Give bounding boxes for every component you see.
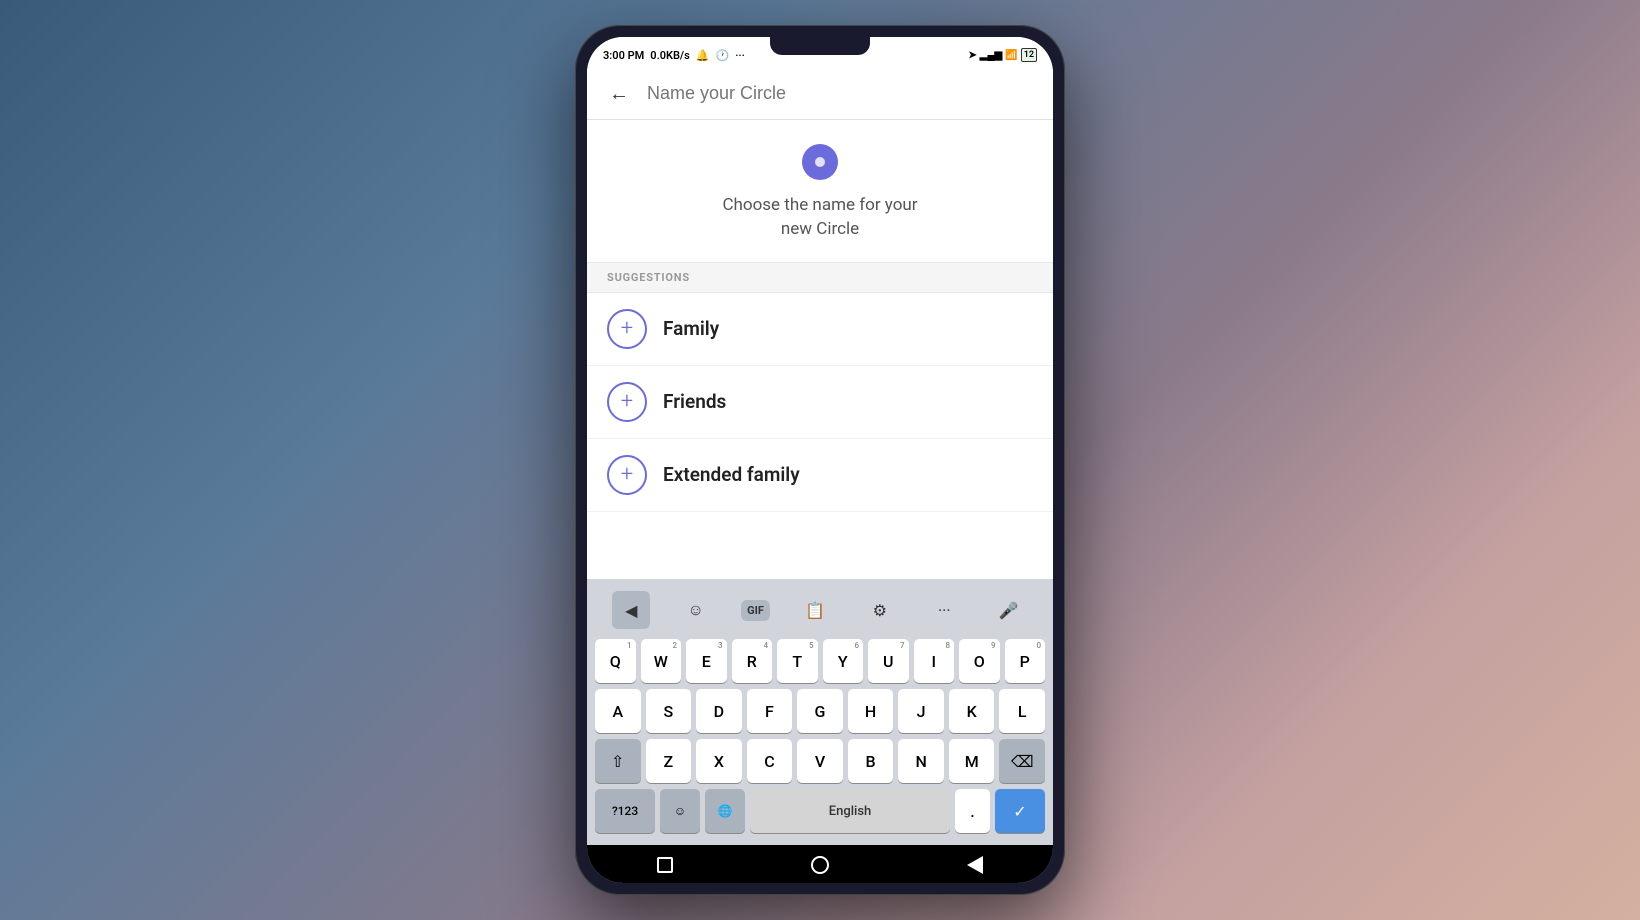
nav-recents-button[interactable] xyxy=(649,855,681,875)
key-Q[interactable]: 1Q xyxy=(595,639,636,683)
back-button[interactable]: ← xyxy=(603,77,635,109)
circle-icon-section: Choose the name for your new Circle xyxy=(587,120,1053,262)
status-data-speed: 0.0KB/s xyxy=(650,49,690,62)
status-time: 3:00 PM xyxy=(603,49,644,62)
keyboard-back-button[interactable]: ◀ xyxy=(612,591,650,629)
location-icon: ➤ xyxy=(968,50,976,61)
key-V[interactable]: V xyxy=(797,739,843,783)
status-dots: ··· xyxy=(735,49,745,62)
recents-icon xyxy=(657,857,673,873)
key-H[interactable]: H xyxy=(848,689,894,733)
choose-title: Choose the name for your new Circle xyxy=(722,194,917,242)
suggestion-item-friends[interactable]: + Friends xyxy=(587,366,1053,439)
key-L[interactable]: L xyxy=(999,689,1045,733)
main-content: Choose the name for your new Circle SUGG… xyxy=(587,120,1053,579)
key-J[interactable]: J xyxy=(898,689,944,733)
circle-icon xyxy=(802,144,838,180)
key-X[interactable]: X xyxy=(696,739,742,783)
suggestions-header: SUGGESTIONS xyxy=(587,262,1053,293)
keyboard: ◀ ☺ GIF 📋 ⚙ ··· 🎤 xyxy=(587,579,1053,845)
suggestions-section: SUGGESTIONS + Family + Friends + Extende… xyxy=(587,262,1053,512)
key-G[interactable]: G xyxy=(797,689,843,733)
key-I[interactable]: 8I xyxy=(914,639,955,683)
phone-frame: 3:00 PM 0.0KB/s 🔔 🕐 ··· ➤ ▂▄▆ 📶 12 ← xyxy=(575,25,1065,895)
add-extended-family-button[interactable]: + xyxy=(607,455,647,495)
key-F[interactable]: F xyxy=(747,689,793,733)
gif-button[interactable]: GIF xyxy=(741,600,770,621)
key-emoji[interactable]: ☺ xyxy=(660,789,700,833)
key-O[interactable]: 9O xyxy=(959,639,1000,683)
key-Y[interactable]: 6Y xyxy=(823,639,864,683)
keyboard-emoji-button[interactable]: ☺ xyxy=(677,591,715,629)
status-right: ➤ ▂▄▆ 📶 12 xyxy=(968,48,1037,62)
key-Z[interactable]: Z xyxy=(646,739,692,783)
keyboard-clipboard-button[interactable]: 📋 xyxy=(796,591,834,629)
notch xyxy=(770,37,870,55)
circle-name-input[interactable] xyxy=(647,83,1037,104)
key-period[interactable]: . xyxy=(955,789,990,833)
nav-back-button[interactable] xyxy=(959,855,991,875)
keyboard-more-button[interactable]: ··· xyxy=(925,591,963,629)
key-C[interactable]: C xyxy=(747,739,793,783)
key-row-3: ⇧ Z X C V B N M ⌫ xyxy=(595,739,1045,783)
key-num-toggle[interactable]: ?123 xyxy=(595,789,655,833)
back-arrow-icon: ← xyxy=(609,81,629,106)
keyboard-mic-button[interactable]: 🎤 xyxy=(990,591,1028,629)
key-row-2: A S D F G H J K L xyxy=(595,689,1045,733)
keyboard-toolbar: ◀ ☺ GIF 📋 ⚙ ··· 🎤 xyxy=(591,585,1049,635)
back-nav-icon xyxy=(967,856,983,874)
phone-screen: 3:00 PM 0.0KB/s 🔔 🕐 ··· ➤ ▂▄▆ 📶 12 ← xyxy=(587,37,1053,883)
nav-header: ← xyxy=(587,69,1053,120)
signal-icon: ▂▄▆ xyxy=(980,50,1002,61)
status-clock-icon: 🕐 xyxy=(715,49,729,62)
key-D[interactable]: D xyxy=(696,689,742,733)
key-shift[interactable]: ⇧ xyxy=(595,739,641,783)
nav-home-button[interactable] xyxy=(804,855,836,875)
family-label: Family xyxy=(663,317,719,340)
wifi-icon: 📶 xyxy=(1005,50,1017,61)
key-enter[interactable]: ✓ xyxy=(995,789,1045,833)
keyboard-settings-button[interactable]: ⚙ xyxy=(861,591,899,629)
key-W[interactable]: 2W xyxy=(641,639,682,683)
key-T[interactable]: 5T xyxy=(777,639,818,683)
key-K[interactable]: K xyxy=(949,689,995,733)
key-P[interactable]: 0P xyxy=(1005,639,1046,683)
suggestion-item-extended-family[interactable]: + Extended family xyxy=(587,439,1053,512)
extended-family-label: Extended family xyxy=(663,463,800,486)
add-friends-button[interactable]: + xyxy=(607,382,647,422)
key-E[interactable]: 3E xyxy=(686,639,727,683)
add-family-button[interactable]: + xyxy=(607,309,647,349)
key-backspace[interactable]: ⌫ xyxy=(999,739,1045,783)
key-U[interactable]: 7U xyxy=(868,639,909,683)
key-S[interactable]: S xyxy=(646,689,692,733)
key-space[interactable]: English xyxy=(750,789,950,833)
home-icon xyxy=(811,856,829,874)
status-alarm-icon: 🔔 xyxy=(696,49,710,62)
key-R[interactable]: 4R xyxy=(732,639,773,683)
key-row-bottom: ?123 ☺ 🌐 English . ✓ xyxy=(595,789,1045,833)
status-left: 3:00 PM 0.0KB/s 🔔 🕐 ··· xyxy=(603,49,745,62)
key-lang[interactable]: 🌐 xyxy=(705,789,745,833)
key-N[interactable]: N xyxy=(898,739,944,783)
battery-icon: 12 xyxy=(1021,48,1037,62)
friends-label: Friends xyxy=(663,390,726,413)
keyboard-rows: 1Q 2W 3E 4R 5T 6Y 7U 8I 9O 0P A S D F xyxy=(591,635,1049,841)
bottom-nav xyxy=(587,845,1053,883)
key-row-1: 1Q 2W 3E 4R 5T 6Y 7U 8I 9O 0P xyxy=(595,639,1045,683)
suggestion-item-family[interactable]: + Family xyxy=(587,293,1053,366)
key-A[interactable]: A xyxy=(595,689,641,733)
key-M[interactable]: M xyxy=(949,739,995,783)
key-B[interactable]: B xyxy=(848,739,894,783)
